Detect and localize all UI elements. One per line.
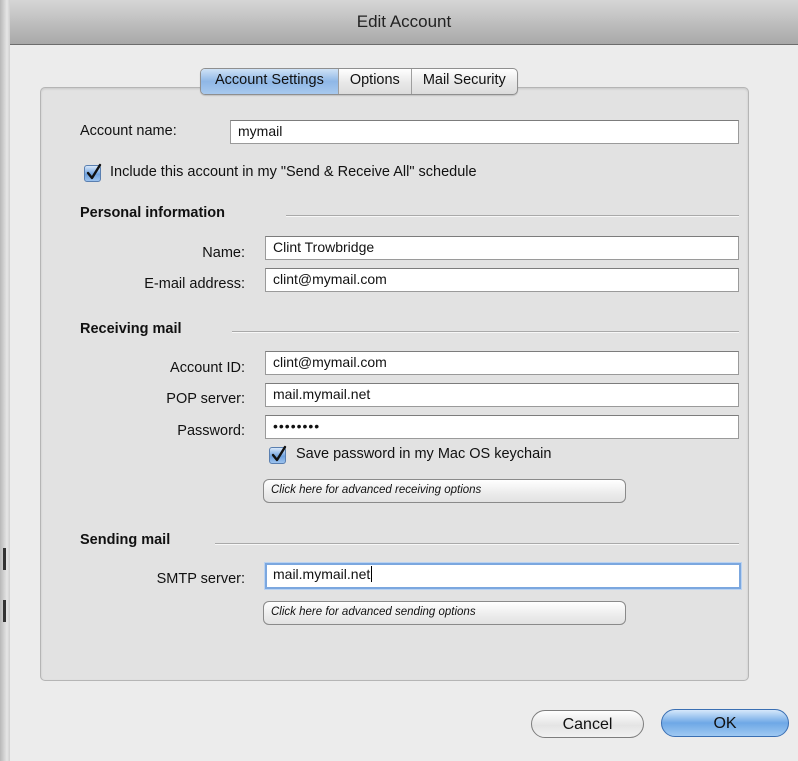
smtp-server-label: SMTP server: xyxy=(156,571,245,587)
checkmark-icon xyxy=(86,163,102,180)
tab-account-settings[interactable]: Account Settings xyxy=(201,69,338,94)
section-divider xyxy=(215,543,739,545)
edge-mark xyxy=(3,548,6,570)
tab-options[interactable]: Options xyxy=(337,69,411,94)
ok-button[interactable]: OK xyxy=(661,709,789,737)
password-label: Password: xyxy=(177,423,245,439)
cancel-button[interactable]: Cancel xyxy=(531,710,644,738)
pop-server-label: POP server: xyxy=(166,391,245,407)
window-title: Edit Account xyxy=(356,12,452,31)
background-window-edge xyxy=(0,0,10,761)
smtp-server-input[interactable]: mail.mymail.net xyxy=(265,563,741,589)
include-schedule-label: Include this account in my "Send & Recei… xyxy=(110,164,477,180)
account-id-label: Account ID: xyxy=(170,360,245,376)
account-name-label: Account name: xyxy=(80,123,177,139)
save-keychain-label: Save password in my Mac OS keychain xyxy=(296,446,552,462)
tab-bar: Account Settings Options Mail Security xyxy=(200,68,518,95)
title-bar[interactable]: Edit Account xyxy=(10,0,798,45)
password-input[interactable]: •••••••• xyxy=(265,415,739,439)
include-schedule-checkbox[interactable] xyxy=(84,163,102,182)
sending-mail-heading: Sending mail xyxy=(80,532,171,548)
checkmark-icon xyxy=(271,445,287,462)
account-name-input[interactable]: mymail xyxy=(230,120,739,144)
advanced-receiving-button[interactable]: Click here for advanced receiving option… xyxy=(263,479,626,503)
name-input[interactable]: Clint Trowbridge xyxy=(265,236,739,260)
tab-mail-security[interactable]: Mail Security xyxy=(410,69,517,94)
advanced-sending-button[interactable]: Click here for advanced sending options xyxy=(263,601,626,625)
personal-info-heading: Personal information xyxy=(80,205,226,221)
receiving-mail-heading: Receiving mail xyxy=(80,321,182,337)
email-input[interactable]: clint@mymail.com xyxy=(265,268,739,292)
name-label: Name: xyxy=(202,245,245,261)
save-keychain-checkbox[interactable] xyxy=(269,445,287,464)
smtp-server-value: mail.mymail.net xyxy=(273,566,371,582)
pop-server-input[interactable]: mail.mymail.net xyxy=(265,383,739,407)
section-divider xyxy=(286,215,739,217)
account-id-input[interactable]: clint@mymail.com xyxy=(265,351,739,375)
edge-mark xyxy=(3,600,6,622)
section-divider xyxy=(232,331,739,333)
edit-account-dialog: Edit Account Account Settings Options Ma… xyxy=(10,0,798,761)
email-label: E-mail address: xyxy=(144,276,245,292)
text-caret xyxy=(371,566,373,582)
